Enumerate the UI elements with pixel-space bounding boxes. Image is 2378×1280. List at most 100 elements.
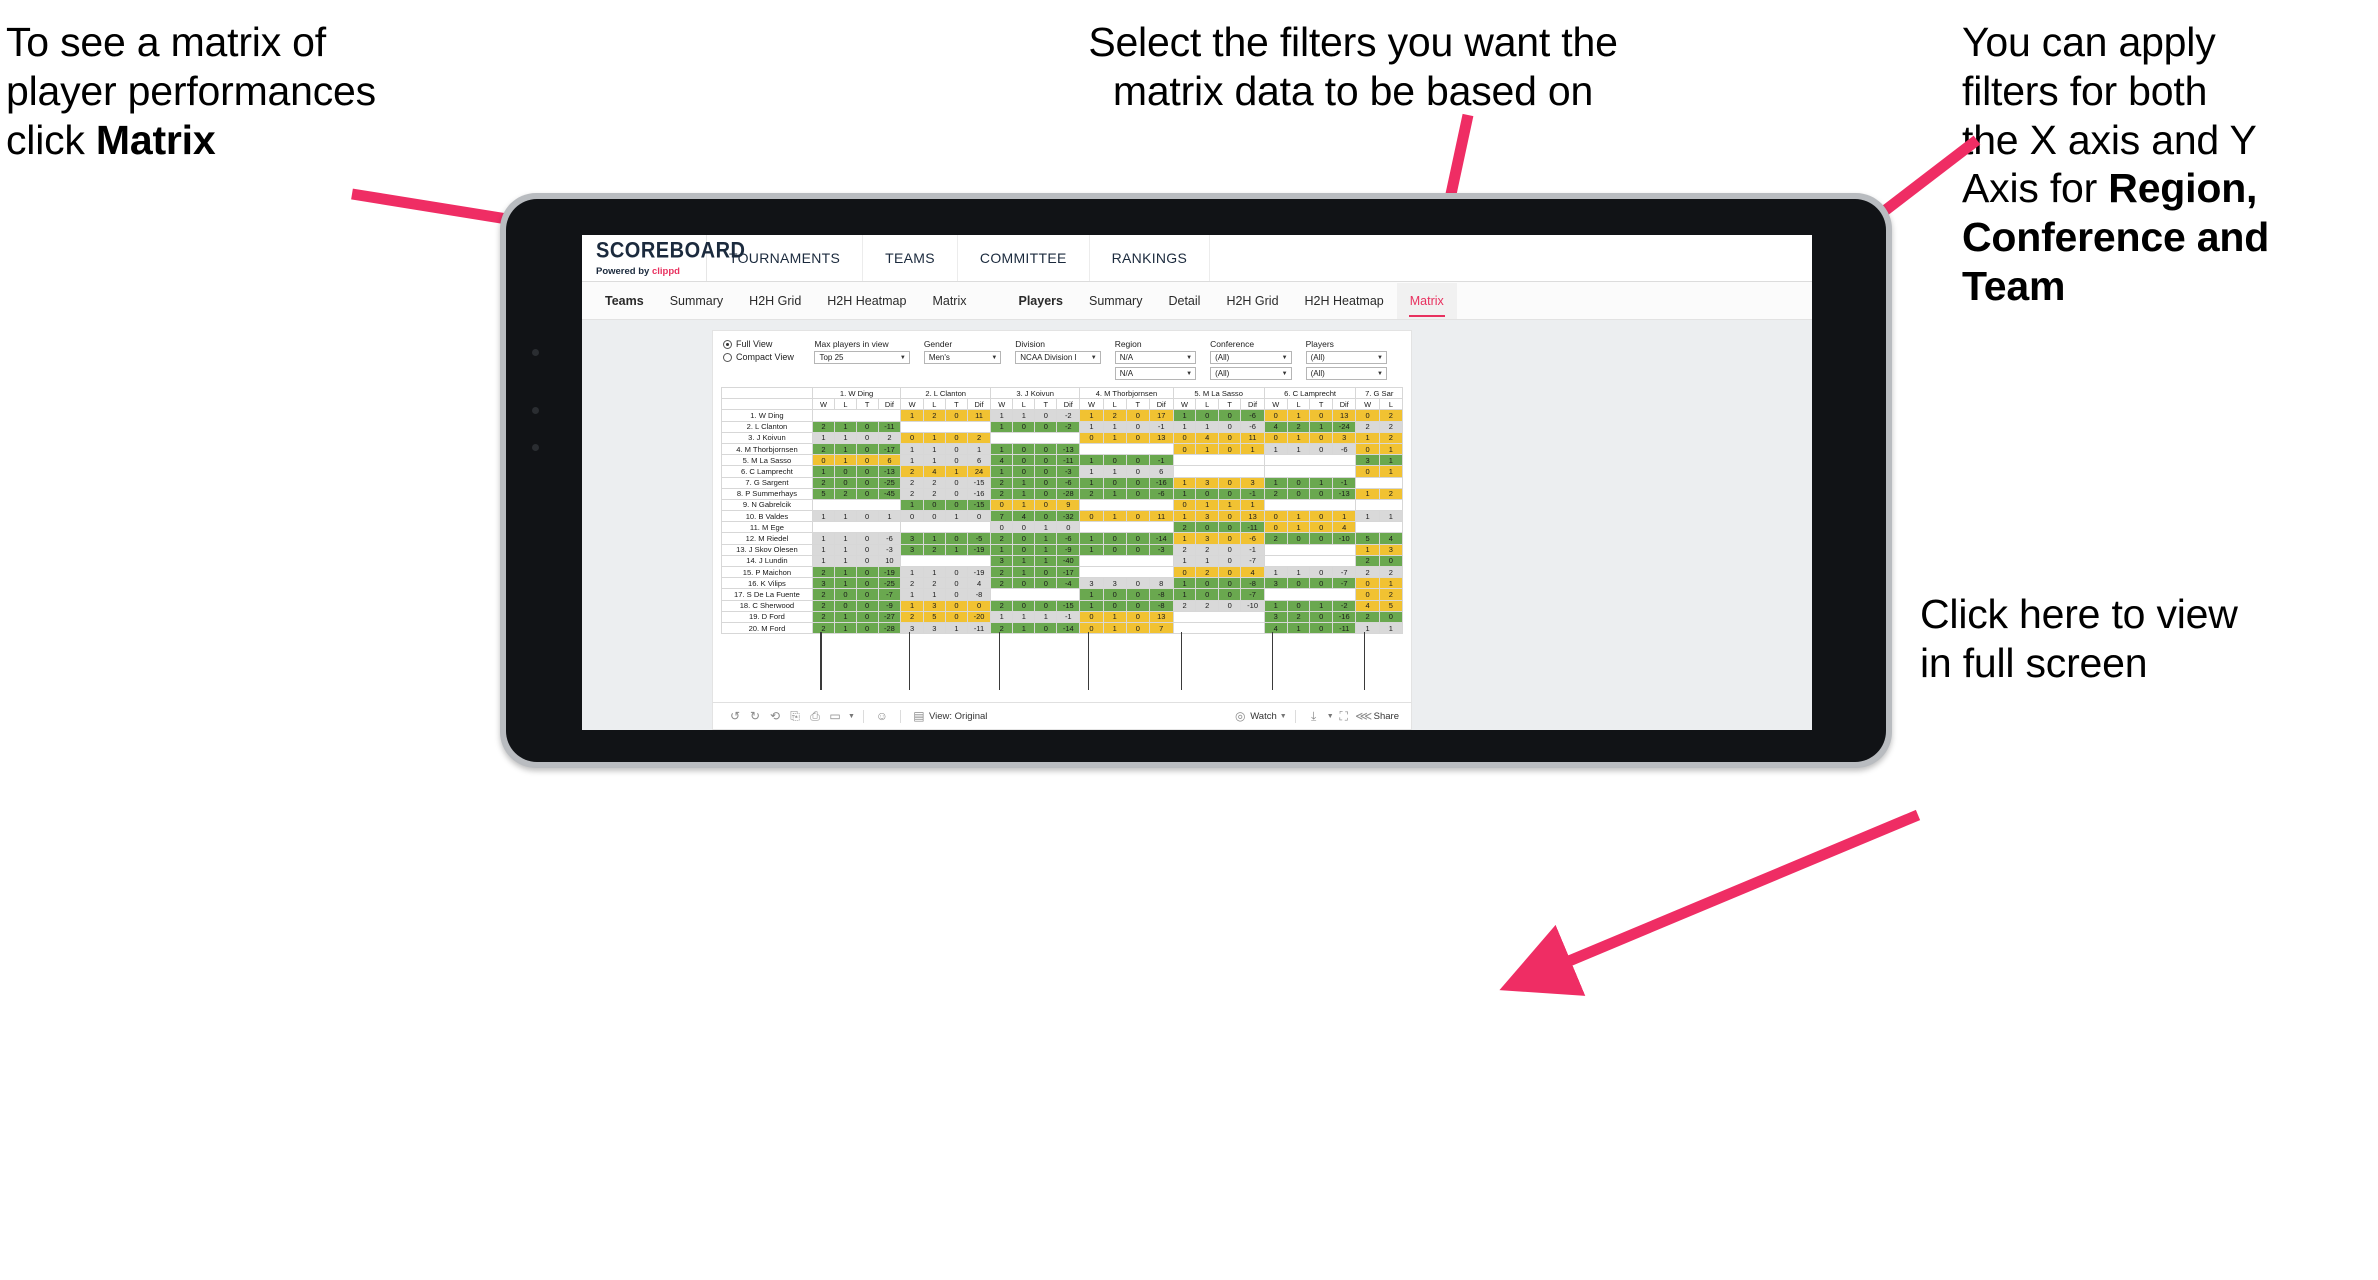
filter-select-players-y[interactable]: (All) ▼ xyxy=(1305,367,1387,380)
matrix-cell[interactable]: 2 xyxy=(990,476,1014,489)
matrix-cell[interactable]: 0 xyxy=(1217,577,1242,590)
matrix-cell[interactable]: 0 xyxy=(855,431,879,444)
matrix-cell[interactable]: 0 xyxy=(1034,498,1058,512)
matrix-cell[interactable]: 2 xyxy=(1079,487,1104,500)
matrix-cell[interactable]: -6 xyxy=(1056,532,1081,545)
matrix-cell[interactable]: 0 xyxy=(1217,476,1242,489)
matrix-cell[interactable]: 1 xyxy=(1079,599,1104,612)
matrix-cell[interactable]: 0 xyxy=(1172,442,1197,456)
matrix-cell[interactable]: 0 xyxy=(1056,521,1081,534)
matrix-cell[interactable]: -2 xyxy=(1056,420,1081,433)
matrix-cell[interactable]: 0 xyxy=(1034,565,1058,579)
matrix-cell[interactable]: 1 xyxy=(922,454,946,467)
matrix-cell[interactable]: 0 xyxy=(1034,476,1058,489)
matrix-cell[interactable]: -6 xyxy=(1240,532,1265,545)
matrix-cell[interactable]: 2 xyxy=(1102,409,1127,422)
matrix-cell[interactable]: 1 xyxy=(990,442,1014,456)
matrix-cell[interactable]: 3 xyxy=(1195,532,1219,545)
matrix-cell[interactable]: -7 xyxy=(877,588,902,601)
matrix-cell[interactable]: 0 xyxy=(1012,599,1036,612)
matrix-cell[interactable]: 0 xyxy=(1195,588,1219,601)
matrix-cell[interactable]: 0 xyxy=(855,465,879,478)
matrix-cell[interactable]: -3 xyxy=(1056,465,1081,478)
matrix-cell[interactable]: 0 xyxy=(966,510,992,523)
matrix-cell[interactable]: 0 xyxy=(1125,577,1150,590)
matrix-cell[interactable]: -2 xyxy=(1056,409,1081,422)
matrix-cell[interactable]: -11 xyxy=(877,420,902,433)
matrix-cell[interactable]: 1 xyxy=(1332,510,1357,523)
subnav-teams-h2h-heatmap[interactable]: H2H Heatmap xyxy=(814,283,919,319)
matrix-cell[interactable]: 0 xyxy=(855,532,879,545)
matrix-cell[interactable]: 2 xyxy=(990,565,1014,579)
matrix-cell[interactable]: 11 xyxy=(1148,510,1174,523)
matrix-cell[interactable]: 0 xyxy=(944,588,969,601)
matrix-cell[interactable]: -45 xyxy=(877,487,902,500)
filter-select-max-players[interactable]: Top 25 ▼ xyxy=(814,351,910,364)
matrix-cell[interactable]: 1 xyxy=(834,420,857,433)
matrix-cell[interactable]: 0 xyxy=(1125,465,1150,478)
matrix-cell[interactable]: 0 xyxy=(1217,521,1242,534)
matrix-cell[interactable]: 0 xyxy=(944,431,969,444)
matrix-cell[interactable]: -8 xyxy=(1148,588,1174,601)
matrix-cell[interactable]: 0 xyxy=(1079,510,1104,523)
matrix-cell[interactable]: 2 xyxy=(1378,431,1404,444)
matrix-cell[interactable]: 0 xyxy=(1172,565,1197,579)
matrix-cell[interactable]: -25 xyxy=(877,577,902,590)
matrix-cell[interactable]: 1 xyxy=(811,554,836,568)
matrix-cell[interactable]: 1 xyxy=(1355,487,1380,500)
matrix-cell[interactable]: 0 xyxy=(1217,532,1242,545)
matrix-cell[interactable]: -1 xyxy=(1240,487,1265,500)
matrix-cell[interactable]: 1 xyxy=(834,554,857,568)
matrix-cell[interactable]: 1 xyxy=(1034,543,1058,556)
matrix-cell[interactable]: 0 xyxy=(1034,465,1058,478)
matrix-cell[interactable]: 0 xyxy=(855,577,879,590)
matrix-cell[interactable]: 1 xyxy=(1079,532,1104,545)
matrix-cell[interactable]: 1 xyxy=(811,543,836,556)
matrix-cell[interactable]: 1 xyxy=(1195,442,1219,456)
matrix-cell[interactable]: 1 xyxy=(900,409,924,422)
matrix-cell[interactable]: 1 xyxy=(990,420,1014,433)
matrix-cell[interactable]: -27 xyxy=(877,610,902,623)
fullscreen-icon[interactable]: ⛶ xyxy=(1334,709,1354,724)
matrix-cell[interactable]: 0 xyxy=(1195,577,1219,590)
matrix-cell[interactable]: -5 xyxy=(966,532,992,545)
subnav-players-h2h-heatmap[interactable]: H2H Heatmap xyxy=(1292,283,1397,319)
matrix-cell[interactable]: 1 xyxy=(1263,442,1288,456)
matrix-cell[interactable]: 1 xyxy=(811,510,836,523)
matrix-cell[interactable]: 0 xyxy=(1286,577,1311,590)
matrix-cell[interactable]: 0 xyxy=(855,420,879,433)
matrix-cell[interactable]: 3 xyxy=(1240,476,1265,489)
matrix-cell[interactable]: 0 xyxy=(1034,454,1058,467)
matrix-cell[interactable]: 0 xyxy=(855,476,879,489)
matrix-cell[interactable]: 0 xyxy=(1217,599,1242,612)
matrix-cell[interactable]: 1 xyxy=(1034,532,1058,545)
view-original-icon[interactable]: ▤ xyxy=(909,709,929,723)
matrix-cell[interactable]: 0 xyxy=(1125,487,1150,500)
matrix-cell[interactable]: 1 xyxy=(944,543,969,556)
matrix-cell[interactable]: -17 xyxy=(1056,565,1081,579)
matrix-cell[interactable]: 1 xyxy=(1034,521,1058,534)
matrix-cell[interactable]: 1 xyxy=(1172,487,1197,500)
matrix-cell[interactable]: 1 xyxy=(1012,565,1036,579)
help-icon[interactable]: ☺ xyxy=(872,709,892,723)
matrix-cell[interactable]: 2 xyxy=(900,487,924,500)
share-label[interactable]: Share xyxy=(1374,711,1399,722)
subnav-players-label[interactable]: Players xyxy=(1006,283,1076,319)
matrix-cell[interactable]: 0 xyxy=(944,409,969,422)
matrix-cell[interactable]: 1 xyxy=(834,510,857,523)
matrix-cell[interactable]: 0 xyxy=(944,532,969,545)
view-original-label[interactable]: View: Original xyxy=(929,711,987,722)
matrix-cell[interactable]: 2 xyxy=(1195,565,1219,579)
matrix-cell[interactable]: 2 xyxy=(1263,532,1288,545)
matrix-cell[interactable]: -4 xyxy=(1056,577,1081,590)
matrix-cell[interactable]: 0 xyxy=(855,565,879,579)
matrix-cell[interactable]: 2 xyxy=(1172,599,1197,612)
matrix-cell[interactable]: 0 xyxy=(1217,431,1242,444)
matrix-cell[interactable]: 0 xyxy=(944,454,969,467)
matrix-cell[interactable]: 1 xyxy=(1195,420,1219,433)
matrix-cell[interactable]: 7 xyxy=(990,510,1014,523)
matrix-cell[interactable]: 17 xyxy=(1148,409,1174,422)
nav-item-teams[interactable]: TEAMS xyxy=(863,235,958,281)
matrix-cell[interactable]: 1 xyxy=(1034,554,1058,568)
matrix-cell[interactable]: 1 xyxy=(1240,442,1265,456)
